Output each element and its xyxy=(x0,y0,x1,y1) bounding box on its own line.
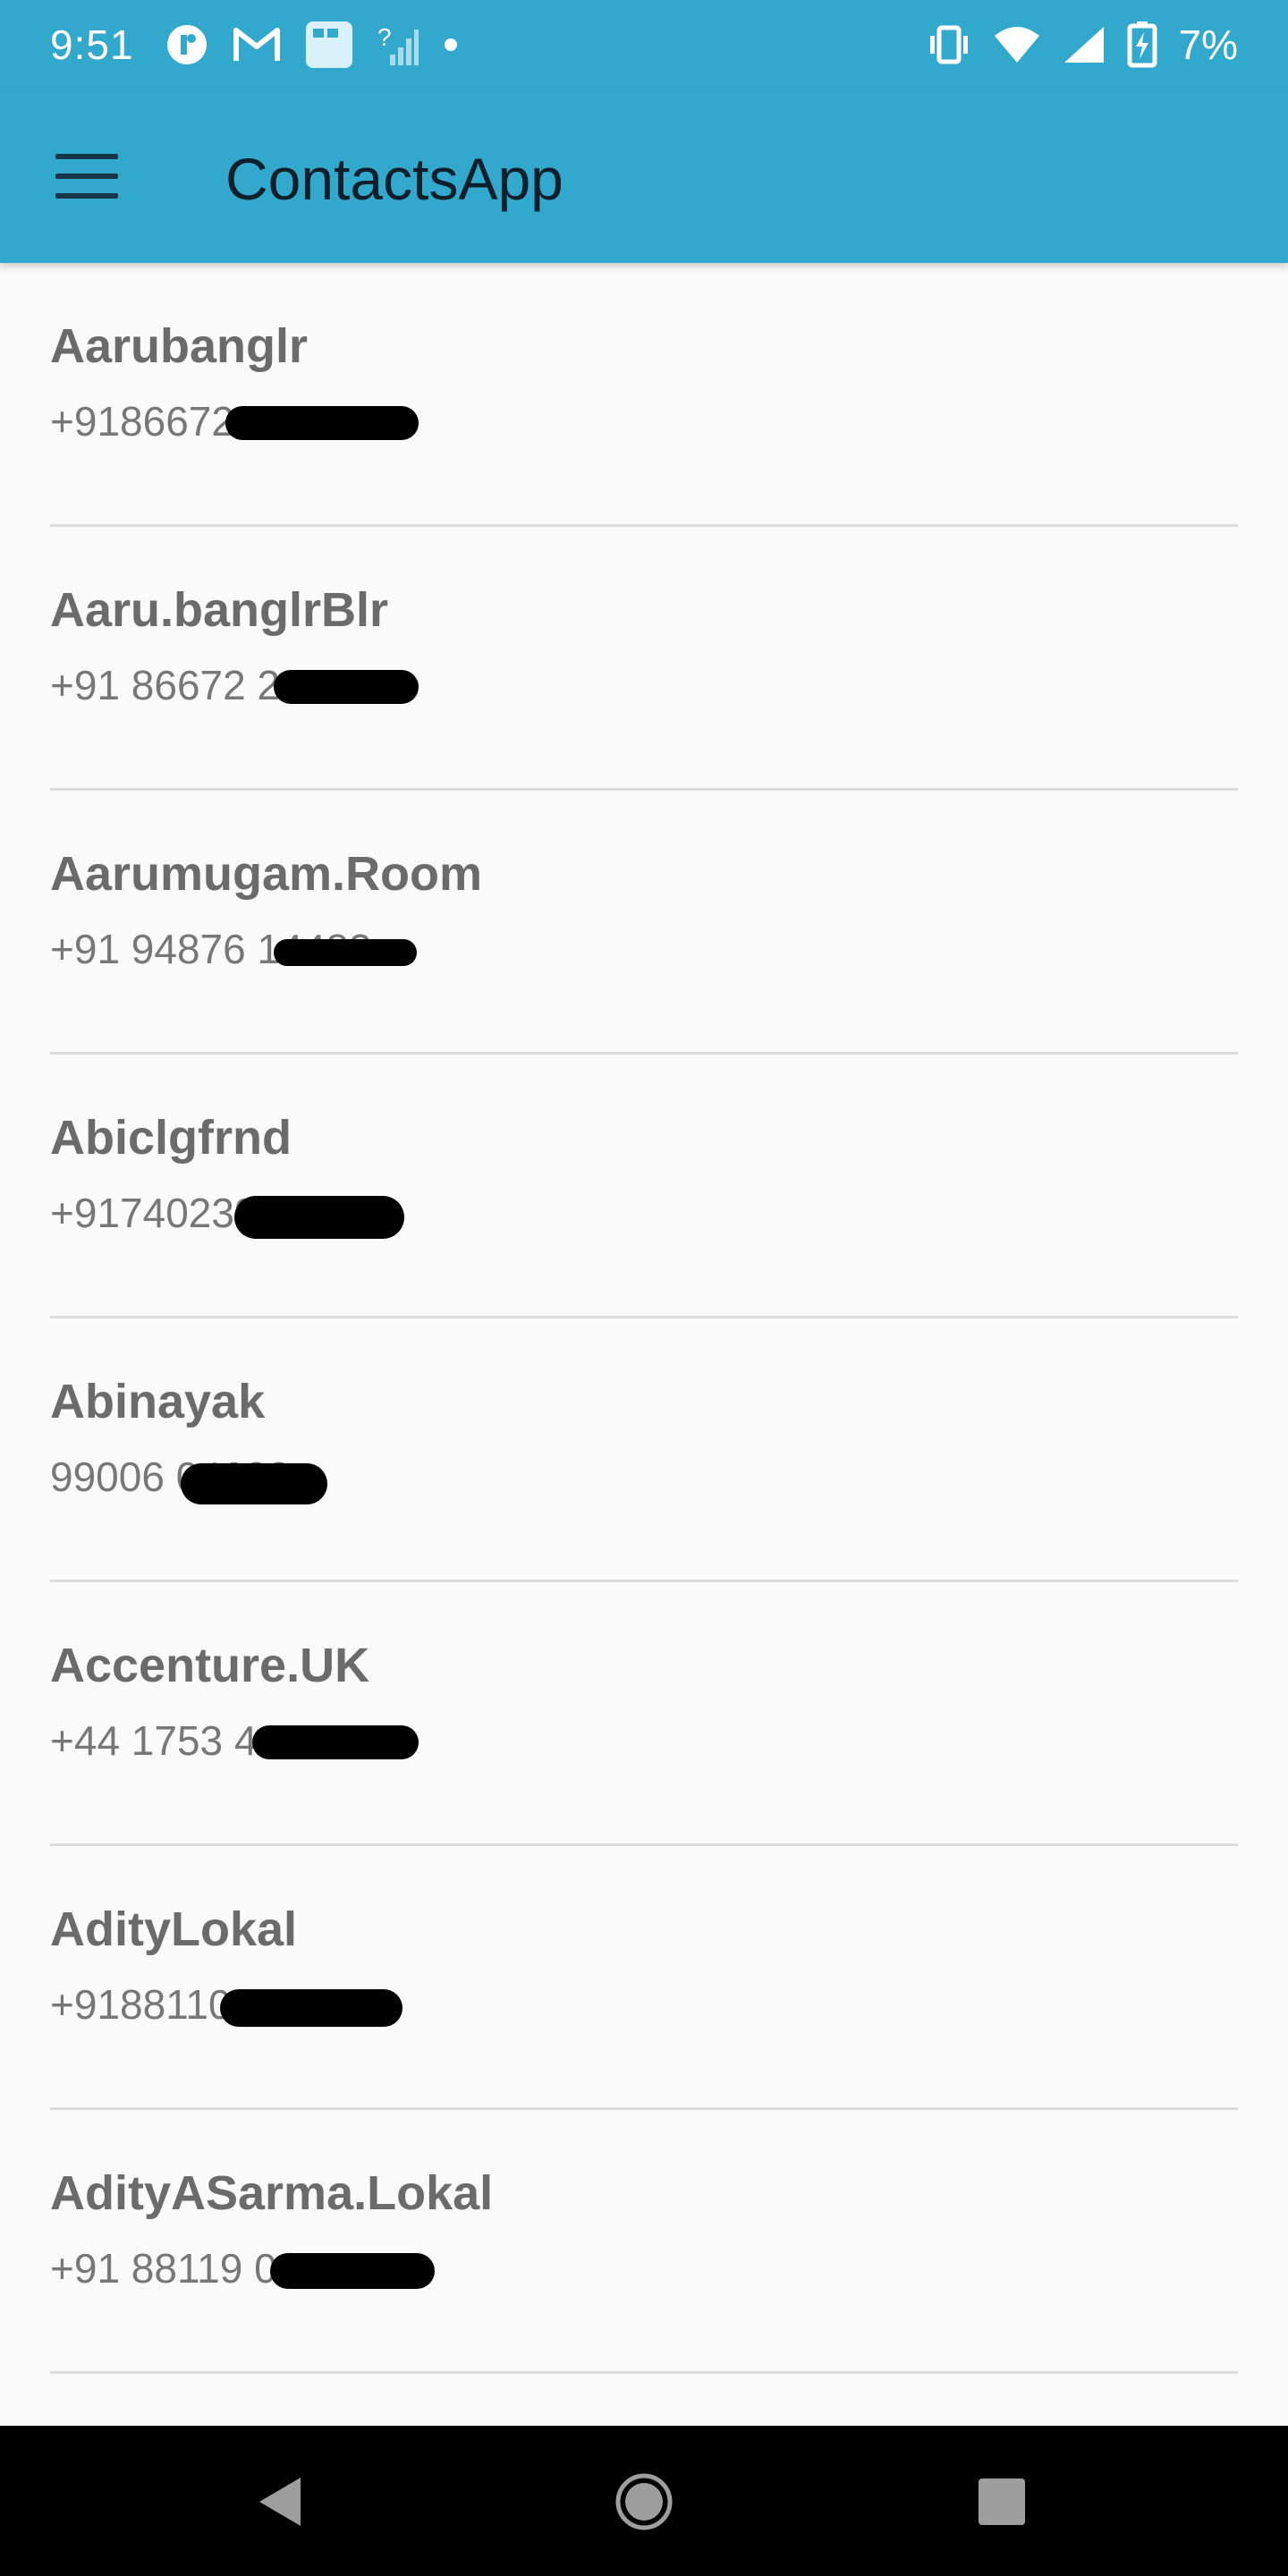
contact-name: Abiclgfrnd xyxy=(50,1111,292,1165)
redaction-mark xyxy=(274,670,419,704)
battery-charging-icon xyxy=(1127,21,1157,68)
cell-signal-icon xyxy=(1063,25,1106,64)
redaction-mark xyxy=(181,1463,327,1504)
menu-line xyxy=(55,154,118,159)
status-left-group: 9:51 ? xyxy=(50,20,460,70)
back-icon[interactable] xyxy=(242,2462,322,2542)
contact-item[interactable]: Aaru.banglrBlr +91 86672 29982 xyxy=(50,527,1238,791)
contact-item[interactable]: Aarumugam.Room +91 94876 14482 xyxy=(50,791,1238,1055)
contact-item[interactable]: Abiclgfrnd +917402398 xyxy=(50,1055,1238,1318)
chat-app-icon xyxy=(165,22,209,67)
contact-item[interactable]: AdityASarma.Lokal +91 88119 00175 xyxy=(50,2110,1238,2374)
contact-item[interactable]: Aarubanglr +91866728698 xyxy=(50,263,1238,527)
redaction-mark xyxy=(252,1725,419,1759)
contact-name: Aarubanglr xyxy=(50,319,309,373)
contact-name: Accenture.UK xyxy=(50,1639,370,1692)
app-bar: ContactsApp xyxy=(0,89,1288,263)
menu-line xyxy=(55,174,118,179)
redaction-mark xyxy=(274,939,417,966)
contact-item[interactable]: AdityLokal +918811008175 xyxy=(50,1846,1238,2110)
svg-text:?: ? xyxy=(377,23,392,51)
redaction-mark xyxy=(220,1989,402,2027)
redaction-mark xyxy=(234,1196,404,1239)
contact-name: AdityLokal xyxy=(50,1902,298,1956)
calendar-icon xyxy=(304,20,354,70)
no-signal-icon: ? xyxy=(377,22,419,67)
contact-item[interactable]: Abinayak 99006 04688 xyxy=(50,1318,1238,1582)
menu-line xyxy=(55,193,118,199)
redaction-mark xyxy=(270,2253,435,2289)
contact-name: AdityASarma.Lokal xyxy=(50,2166,494,2220)
contact-name: Abinayak xyxy=(50,1375,266,1428)
contact-item[interactable]: Accenture.UK +44 1753 417470 xyxy=(50,1582,1238,1846)
dot-icon xyxy=(442,36,460,54)
status-bar: 9:51 ? 7% xyxy=(0,0,1288,89)
hamburger-menu-icon[interactable] xyxy=(55,154,118,199)
battery-percent: 7% xyxy=(1178,21,1238,68)
status-time: 9:51 xyxy=(50,21,134,68)
home-icon[interactable] xyxy=(604,2462,684,2542)
app-title: ContactsApp xyxy=(225,146,564,212)
contact-name: Aarumugam.Room xyxy=(50,847,483,901)
contact-name: Aaru.banglrBlr xyxy=(50,583,389,637)
recents-icon[interactable] xyxy=(962,2462,1042,2542)
vibrate-icon xyxy=(927,24,971,65)
navigation-bar xyxy=(0,2426,1288,2576)
gmail-icon xyxy=(233,25,281,64)
wifi-icon xyxy=(993,25,1041,64)
status-right-group: 7% xyxy=(927,21,1238,69)
redaction-mark xyxy=(225,406,419,440)
contact-list[interactable]: Aarubanglr +91866728698 Aaru.banglrBlr +… xyxy=(0,263,1288,2426)
